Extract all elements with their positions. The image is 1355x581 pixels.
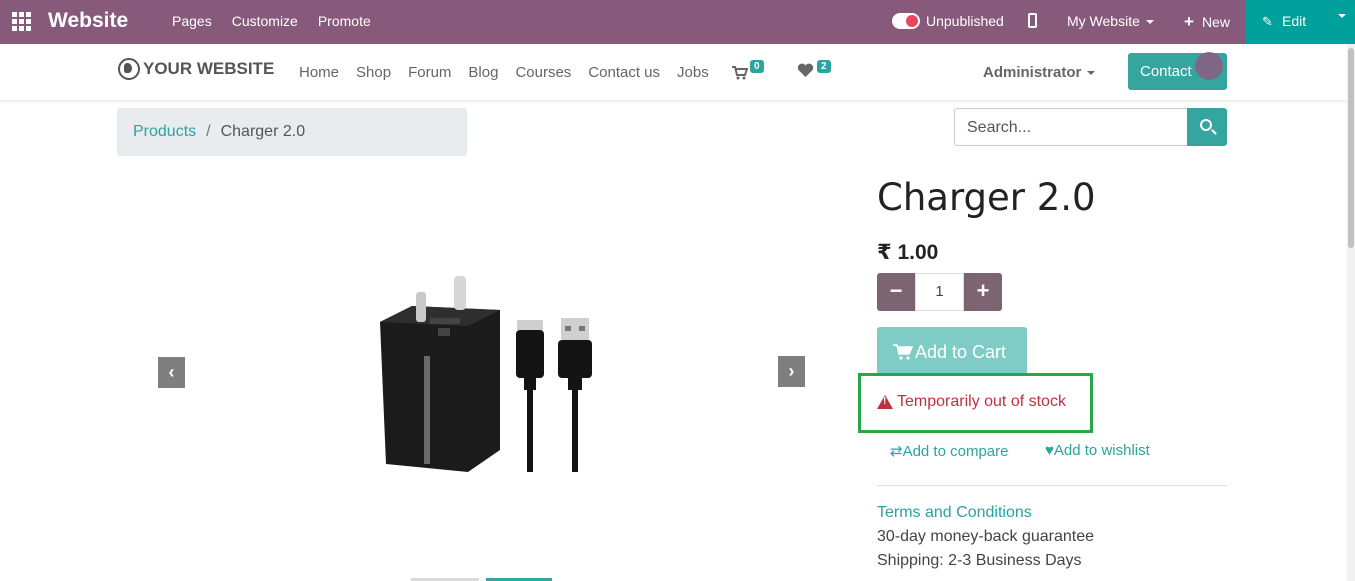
site-logo[interactable]: YOUR WEBSITE: [118, 58, 274, 80]
nav-link-forum[interactable]: Forum: [408, 64, 451, 81]
cursor-indicator: [1195, 52, 1223, 80]
new-button-label: New: [1201, 14, 1230, 30]
apps-grid-icon[interactable]: [12, 12, 31, 31]
new-button[interactable]: + New: [1184, 12, 1230, 32]
menu-customize[interactable]: Customize: [232, 13, 298, 29]
heart-icon: ♥: [1045, 442, 1054, 459]
stock-status-text: Temporarily out of stock: [897, 393, 1066, 410]
add-to-compare-link[interactable]: ⇄Add to compare: [890, 442, 1008, 460]
breadcrumb-separator: /: [206, 123, 211, 140]
user-menu[interactable]: Administrator: [983, 64, 1096, 81]
edit-button[interactable]: ✎ Edit: [1246, 0, 1355, 44]
wishlist-count-badge: 2: [817, 60, 831, 73]
breadcrumb-current: Charger 2.0: [220, 123, 306, 140]
stock-status: Temporarily out of stock: [877, 393, 1066, 411]
add-to-cart-label: Add to Cart: [915, 342, 1007, 362]
app-title[interactable]: Website: [48, 9, 128, 33]
plus-icon: +: [1184, 12, 1194, 31]
page-scrollbar[interactable]: [1347, 44, 1355, 581]
add-to-cart-button[interactable]: Add to Cart: [877, 327, 1027, 376]
admin-bar: Website Pages Customize Promote Unpublis…: [0, 0, 1355, 44]
nav-link-shop[interactable]: Shop: [356, 64, 391, 81]
add-to-compare-label: Add to compare: [902, 443, 1009, 460]
breadcrumb-products-link[interactable]: Products: [133, 123, 196, 140]
menu-pages[interactable]: Pages: [172, 13, 212, 29]
add-to-wishlist-link[interactable]: ♥Add to wishlist: [1045, 442, 1150, 459]
chevron-down-icon: [1145, 20, 1154, 25]
edit-dropdown-caret-icon[interactable]: [1338, 14, 1346, 18]
chevron-down-icon: [1087, 71, 1096, 76]
quantity-stepper: − 1 +: [877, 273, 1002, 311]
product-title: Charger 2.0: [877, 176, 1096, 219]
admin-menu: Pages Customize Promote: [172, 13, 371, 29]
add-to-wishlist-label: Add to wishlist: [1053, 442, 1150, 459]
nav-link-courses[interactable]: Courses: [515, 64, 571, 81]
website-selector[interactable]: My Website: [1067, 13, 1154, 29]
search-button[interactable]: [1187, 108, 1227, 146]
quantity-input[interactable]: 1: [915, 273, 964, 311]
divider: [877, 485, 1227, 486]
cart-icon: [893, 344, 914, 360]
nav-link-blog[interactable]: Blog: [468, 64, 498, 81]
carousel-prev-button[interactable]: ‹: [158, 357, 185, 388]
publish-toggle[interactable]: [892, 13, 920, 29]
search-input[interactable]: Search...: [954, 108, 1187, 146]
scrollbar-thumb[interactable]: [1348, 48, 1354, 248]
nav-link-jobs[interactable]: Jobs: [677, 64, 709, 81]
product-image: [380, 276, 592, 472]
pencil-icon: ✎: [1262, 14, 1273, 29]
quantity-decrease-button[interactable]: −: [877, 273, 915, 311]
website-navbar: YOUR WEBSITE Home Shop Forum Blog Course…: [0, 44, 1355, 101]
breadcrumb: Products / Charger 2.0: [117, 108, 467, 156]
globe-icon: [118, 58, 140, 80]
quantity-increase-button[interactable]: +: [964, 273, 1002, 311]
nav-link-home[interactable]: Home: [299, 64, 339, 81]
cart-count-badge: 0: [750, 60, 764, 73]
nav-links: Home Shop Forum Blog Courses Contact us …: [299, 64, 709, 81]
edit-button-label: Edit: [1282, 13, 1307, 29]
menu-promote[interactable]: Promote: [318, 13, 371, 29]
nav-link-contact-us[interactable]: Contact us: [588, 64, 660, 81]
wishlist-heart-icon[interactable]: [797, 63, 814, 83]
carousel-next-button[interactable]: ›: [778, 356, 805, 387]
warning-icon: [877, 395, 893, 409]
website-selector-label: My Website: [1067, 13, 1140, 29]
user-name: Administrator: [983, 64, 1082, 81]
site-logo-text: YOUR WEBSITE: [143, 59, 275, 78]
publish-status-label[interactable]: Unpublished: [926, 13, 1004, 29]
terms-link[interactable]: Terms and Conditions: [877, 504, 1032, 522]
exchange-icon: ⇄: [890, 443, 903, 460]
mobile-preview-icon[interactable]: [1028, 13, 1037, 28]
cart-icon[interactable]: [732, 66, 749, 83]
product-price: ₹ 1.00: [877, 241, 939, 264]
search-icon: [1200, 119, 1212, 131]
guarantee-text: 30-day money-back guarantee: [877, 528, 1095, 545]
shipping-text: Shipping: 2-3 Business Days: [877, 552, 1082, 569]
